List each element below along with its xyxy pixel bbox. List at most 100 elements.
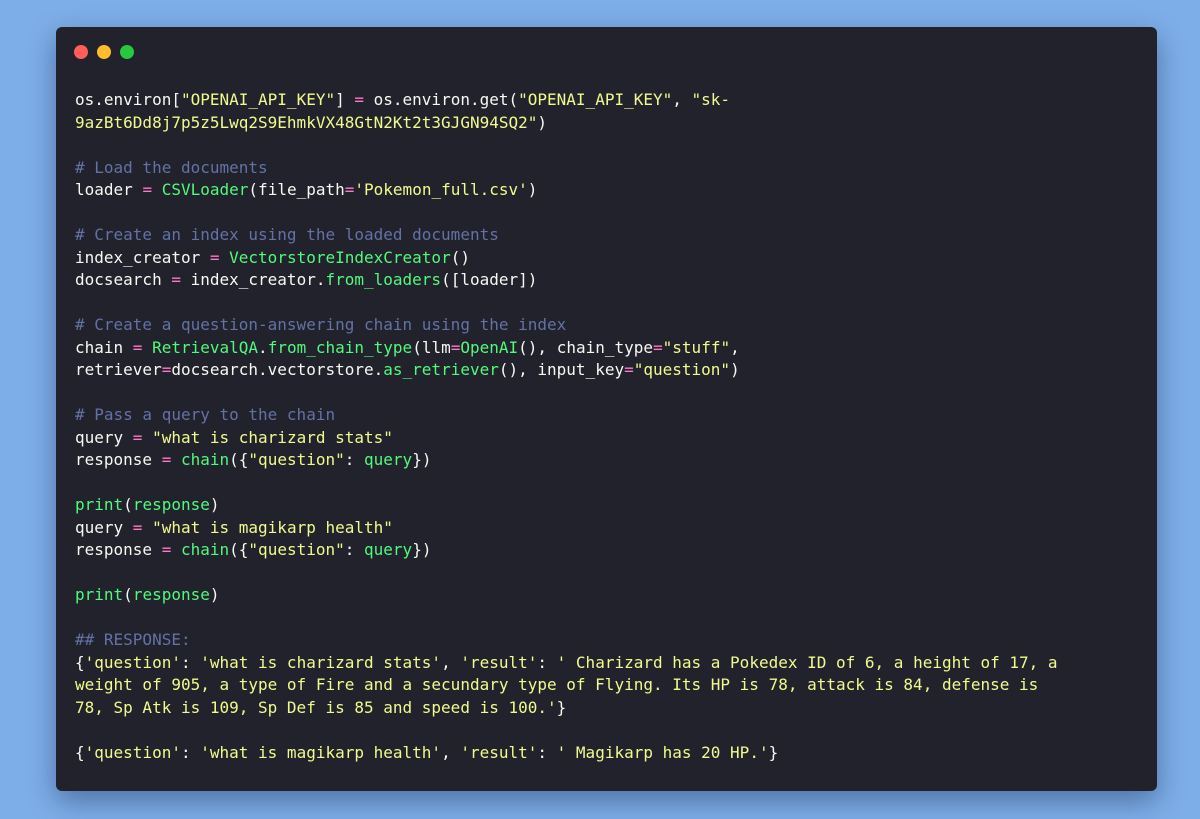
code-text: ( xyxy=(123,585,133,604)
function-token: query xyxy=(364,540,413,559)
code-text: }) xyxy=(412,450,432,469)
string-token: "stuff" xyxy=(662,337,731,357)
code-text: ) xyxy=(730,360,740,379)
operator-token: = xyxy=(132,517,143,537)
close-button[interactable] xyxy=(74,45,88,59)
comment-token: # Create an index using the loaded docum… xyxy=(75,225,499,244)
code-line: print(response) xyxy=(75,584,1133,607)
code-text: docsearch.vectorstore. xyxy=(171,360,384,379)
code-text: , xyxy=(441,652,461,672)
string-token: "question" xyxy=(248,450,345,469)
string-token: 9azBt6Dd8j7p5z5Lwq2S9EhmkVX48GtN2Kt2t3GJ… xyxy=(75,112,538,132)
code-text: : xyxy=(180,652,201,672)
code-text: (file_path xyxy=(248,180,345,199)
string-token: 'question' xyxy=(84,742,181,762)
function-token: OpenAI xyxy=(460,337,519,357)
function-token: CSVLoader xyxy=(161,180,249,199)
code-line: docsearch = index_creator.from_loaders([… xyxy=(75,269,1133,292)
code-line: index_creator = VectorstoreIndexCreator(… xyxy=(75,247,1133,270)
string-token: "what is charizard stats" xyxy=(152,427,393,447)
operator-token: = xyxy=(209,247,220,267)
code-line: chain = RetrievalQA.from_chain_type(llm=… xyxy=(75,337,1133,360)
code-line: # Load the documents xyxy=(75,157,1133,180)
code-text: (llm xyxy=(412,337,451,357)
string-token: 'what is charizard stats' xyxy=(200,652,442,672)
code-line: retriever=docsearch.vectorstore.as_retri… xyxy=(75,359,1133,382)
code-text: os.environ[ xyxy=(75,90,181,109)
operator-token: = xyxy=(344,180,355,199)
function-token: response xyxy=(132,495,210,514)
operator-token: = xyxy=(624,360,634,379)
string-token: "sk- xyxy=(691,90,731,109)
operator-token: = xyxy=(132,337,143,357)
string-token: 'Pokemon_full.csv' xyxy=(354,180,528,199)
code-text: ( xyxy=(123,495,133,514)
window-controls xyxy=(74,45,134,59)
code-line: # Create an index using the loaded docum… xyxy=(75,224,1133,247)
code-text: index_creator xyxy=(75,247,210,267)
code-line: ## RESPONSE: xyxy=(75,629,1133,652)
string-token: "question" xyxy=(248,540,345,559)
code-text: loader xyxy=(75,180,143,199)
function-token: from_chain_type xyxy=(267,337,413,357)
code-window: os.environ["OPENAI_API_KEY"] = os.enviro… xyxy=(56,27,1157,791)
code-text: } xyxy=(768,742,779,762)
code-text: query xyxy=(75,427,133,447)
code-text: response xyxy=(75,450,162,469)
code-text: { xyxy=(75,742,85,762)
code-line: query = "what is magikarp health" xyxy=(75,517,1133,540)
operator-token: = xyxy=(653,337,663,357)
code-line: print(response) xyxy=(75,494,1133,517)
string-token: ' Charizard has a Pokedex ID of 6, a hei… xyxy=(556,652,1058,672)
code-line: {'question': 'what is charizard stats', … xyxy=(75,652,1133,675)
string-token: "OPENAI_API_KEY" xyxy=(518,90,673,109)
comment-token: # Create a question-answering chain usin… xyxy=(75,315,567,334)
code-text: , xyxy=(441,742,461,762)
function-token: chain xyxy=(180,450,230,469)
comment-token: # Pass a query to the chain xyxy=(75,405,336,424)
function-token: print xyxy=(75,495,124,514)
code-text: response xyxy=(75,540,162,559)
operator-token: = xyxy=(161,450,172,469)
code-text: }) xyxy=(412,540,432,559)
function-token: VectorstoreIndexCreator xyxy=(229,247,451,267)
code-text: (), input_key xyxy=(498,360,625,379)
code-text: ) xyxy=(527,180,538,199)
string-token: 78, Sp Atk is 109, Sp Def is 85 and spee… xyxy=(75,697,557,717)
code-text: ] xyxy=(335,90,355,109)
code-text: , xyxy=(672,90,692,109)
function-token: from_loaders xyxy=(325,270,442,289)
minimize-button[interactable] xyxy=(97,45,111,59)
code-line: loader = CSVLoader(file_path='Pokemon_fu… xyxy=(75,179,1133,202)
operator-token: = xyxy=(171,270,181,289)
code-line: query = "what is charizard stats" xyxy=(75,427,1133,450)
operator-token: = xyxy=(161,360,172,379)
function-token: response xyxy=(132,585,210,604)
code-text: { xyxy=(75,652,85,672)
code-text: : xyxy=(537,652,557,672)
function-token: as_retriever xyxy=(383,360,499,379)
code-text: ) xyxy=(209,495,220,514)
code-line: 78, Sp Atk is 109, Sp Def is 85 and spee… xyxy=(75,697,1133,720)
code-line: weight of 905, a type of Fire and a secu… xyxy=(75,674,1133,697)
code-text: : xyxy=(344,540,365,559)
code-line: 9azBt6Dd8j7p5z5Lwq2S9EhmkVX48GtN2Kt2t3GJ… xyxy=(75,112,1133,135)
code-text: ([loader]) xyxy=(441,270,538,289)
function-token: query xyxy=(364,450,413,469)
code-text: . xyxy=(258,337,268,357)
string-token: 'question' xyxy=(84,652,181,672)
zoom-button[interactable] xyxy=(120,45,134,59)
string-token: ' Magikarp has 20 HP.' xyxy=(556,742,769,762)
operator-token: = xyxy=(142,180,153,199)
code-text: () xyxy=(450,247,470,267)
code-text: : xyxy=(344,450,365,469)
